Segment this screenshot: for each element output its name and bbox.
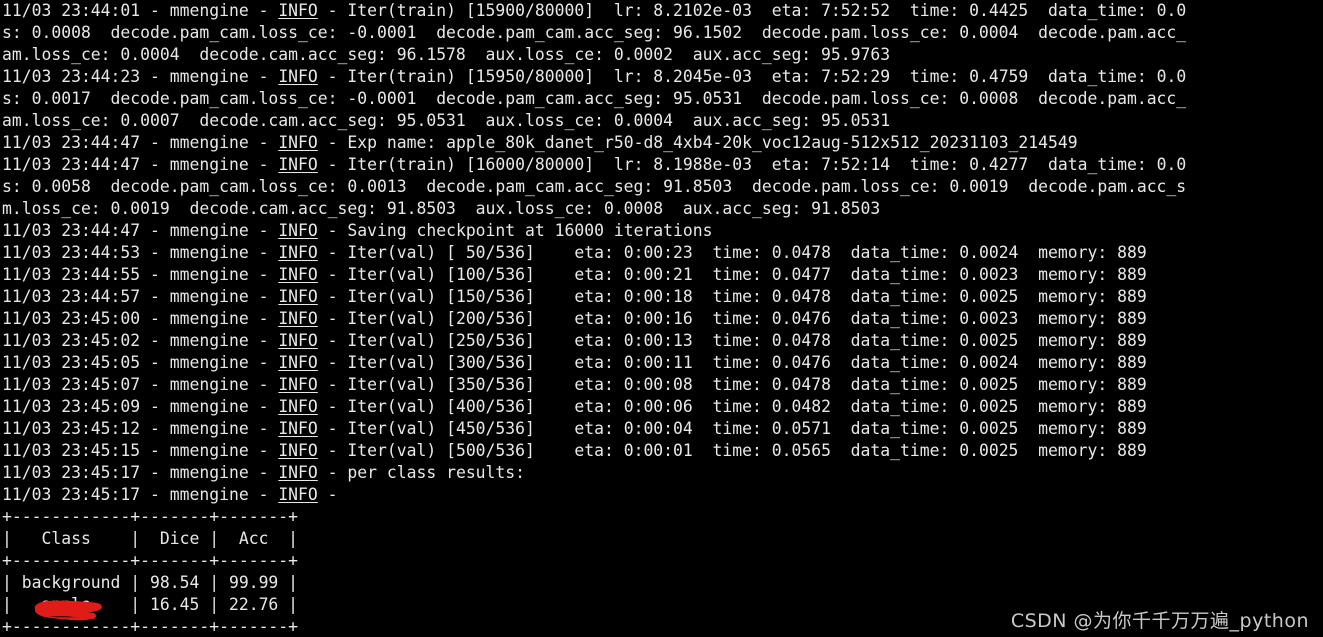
log-line-prefix: 11/03 23:45:12 - mmengine - (2, 419, 279, 438)
log-level-badge: INFO (278, 485, 318, 504)
log-level-badge: INFO (278, 133, 318, 152)
log-level-badge: INFO (278, 1, 318, 20)
log-line-prefix: 11/03 23:45:07 - mmengine - (2, 375, 279, 394)
log-level-badge: INFO (278, 221, 318, 240)
log-level-badge: INFO (278, 353, 318, 372)
log-level-badge: INFO (278, 331, 318, 350)
log-line-prefix: 11/03 23:45:00 - mmengine - (2, 309, 279, 328)
log-line-prefix: +------------+-------+-------+ (2, 617, 299, 636)
log-level-badge: INFO (278, 397, 318, 416)
log-line-message: - Iter(val) [450/536] eta: 0:00:04 time:… (317, 419, 1147, 438)
log-line-message: - Iter(val) [ 50/536] eta: 0:00:23 time:… (317, 243, 1147, 262)
log-line: +------------+-------+-------+ (2, 550, 1323, 572)
log-level-badge: INFO (278, 265, 318, 284)
log-line: +------------+-------+-------+ (2, 506, 1323, 528)
log-line: | Class | Dice | Acc | (2, 528, 1323, 550)
log-line-message: - (317, 485, 338, 504)
log-line-message: - Iter(train) [16000/80000] lr: 8.1988e-… (317, 155, 1187, 174)
log-line-prefix: 11/03 23:44:55 - mmengine - (2, 265, 279, 284)
log-line: 11/03 23:45:09 - mmengine - INFO - Iter(… (2, 396, 1323, 418)
log-line: 11/03 23:45:02 - mmengine - INFO - Iter(… (2, 330, 1323, 352)
log-line-message: - Iter(val) [400/536] eta: 0:00:06 time:… (317, 397, 1147, 416)
log-level-badge: INFO (278, 375, 318, 394)
log-line-message: - Iter(val) [300/536] eta: 0:00:11 time:… (317, 353, 1147, 372)
log-line: 11/03 23:44:53 - mmengine - INFO - Iter(… (2, 242, 1323, 264)
log-line-message: - Iter(train) [15900/80000] lr: 8.2102e-… (317, 1, 1187, 20)
log-line-prefix: | apple | 16.45 | 22.76 | (2, 595, 299, 614)
log-line-prefix: 11/03 23:44:47 - mmengine - (2, 133, 279, 152)
log-line-prefix: +------------+-------+-------+ (2, 507, 299, 526)
log-line: 11/03 23:44:47 - mmengine - INFO - Savin… (2, 220, 1323, 242)
log-level-badge: INFO (278, 463, 318, 482)
log-level-badge: INFO (278, 287, 318, 306)
log-line: 11/03 23:44:47 - mmengine - INFO - Exp n… (2, 132, 1323, 154)
log-line-prefix: 11/03 23:45:05 - mmengine - (2, 353, 279, 372)
terminal-window[interactable]: 11/03 23:44:01 - mmengine - INFO - Iter(… (0, 0, 1323, 637)
log-line-message: - Exp name: apple_80k_danet_r50-d8_4xb4-… (317, 133, 1078, 152)
log-line: s: 0.0017 decode.pam_cam.loss_ce: -0.000… (2, 88, 1323, 110)
log-line: 11/03 23:45:17 - mmengine - INFO - per c… (2, 462, 1323, 484)
log-level-badge: INFO (278, 67, 318, 86)
log-line: 11/03 23:45:17 - mmengine - INFO - (2, 484, 1323, 506)
log-line-prefix: | Class | Dice | Acc | (2, 529, 299, 548)
log-line-prefix: 11/03 23:44:23 - mmengine - (2, 67, 279, 86)
log-line-message: - Iter(val) [250/536] eta: 0:00:13 time:… (317, 331, 1147, 350)
log-line-prefix: 11/03 23:44:01 - mmengine - (2, 1, 279, 20)
log-line: am.loss_ce: 0.0004 decode.cam.acc_seg: 9… (2, 44, 1323, 66)
log-level-badge: INFO (278, 243, 318, 262)
log-line: 11/03 23:44:01 - mmengine - INFO - Iter(… (2, 0, 1323, 22)
log-line-message: - Iter(val) [200/536] eta: 0:00:16 time:… (317, 309, 1147, 328)
log-line-prefix: +------------+-------+-------+ (2, 551, 299, 570)
log-line: 11/03 23:45:07 - mmengine - INFO - Iter(… (2, 374, 1323, 396)
log-line-prefix: m.loss_ce: 0.0019 decode.cam.acc_seg: 91… (2, 199, 881, 218)
log-level-badge: INFO (278, 155, 318, 174)
log-line: 11/03 23:45:00 - mmengine - INFO - Iter(… (2, 308, 1323, 330)
log-line-message: - Iter(val) [150/536] eta: 0:00:18 time:… (317, 287, 1147, 306)
log-line: 11/03 23:44:57 - mmengine - INFO - Iter(… (2, 286, 1323, 308)
log-line-message: - Iter(val) [100/536] eta: 0:00:21 time:… (317, 265, 1147, 284)
log-line: 11/03 23:44:23 - mmengine - INFO - Iter(… (2, 66, 1323, 88)
log-line-prefix: am.loss_ce: 0.0004 decode.cam.acc_seg: 9… (2, 45, 891, 64)
log-line-prefix: am.loss_ce: 0.0007 decode.cam.acc_seg: 9… (2, 111, 891, 130)
log-line-prefix: 11/03 23:45:15 - mmengine - (2, 441, 279, 460)
log-line-prefix: 11/03 23:45:17 - mmengine - (2, 485, 279, 504)
log-line-message: - Iter(val) [350/536] eta: 0:00:08 time:… (317, 375, 1147, 394)
log-line: 11/03 23:45:05 - mmengine - INFO - Iter(… (2, 352, 1323, 374)
log-line-message: - Iter(val) [500/536] eta: 0:00:01 time:… (317, 441, 1147, 460)
log-line-prefix: 11/03 23:45:17 - mmengine - (2, 463, 279, 482)
csdn-watermark: CSDN @为你千千万万遍_python (1010, 610, 1309, 632)
log-line-prefix: 11/03 23:44:57 - mmengine - (2, 287, 279, 306)
log-line: am.loss_ce: 0.0007 decode.cam.acc_seg: 9… (2, 110, 1323, 132)
log-line: m.loss_ce: 0.0019 decode.cam.acc_seg: 91… (2, 198, 1323, 220)
log-line: 11/03 23:45:12 - mmengine - INFO - Iter(… (2, 418, 1323, 440)
log-level-badge: INFO (278, 441, 318, 460)
log-level-badge: INFO (278, 419, 318, 438)
log-line: 11/03 23:45:15 - mmengine - INFO - Iter(… (2, 440, 1323, 462)
log-line-prefix: 11/03 23:45:09 - mmengine - (2, 397, 279, 416)
log-line-prefix: | background | 98.54 | 99.99 | (2, 573, 299, 592)
log-line-prefix: 11/03 23:44:53 - mmengine - (2, 243, 279, 262)
log-line-prefix: s: 0.0058 decode.pam_cam.loss_ce: 0.0013… (2, 177, 1187, 196)
log-line-prefix: s: 0.0008 decode.pam_cam.loss_ce: -0.000… (2, 23, 1187, 42)
log-line-message: - Iter(train) [15950/80000] lr: 8.2045e-… (317, 67, 1187, 86)
log-line-prefix: 11/03 23:45:02 - mmengine - (2, 331, 279, 350)
log-line: 11/03 23:44:55 - mmengine - INFO - Iter(… (2, 264, 1323, 286)
log-line-prefix: 11/03 23:44:47 - mmengine - (2, 155, 279, 174)
log-line: 11/03 23:44:47 - mmengine - INFO - Iter(… (2, 154, 1323, 176)
log-line: s: 0.0058 decode.pam_cam.loss_ce: 0.0013… (2, 176, 1323, 198)
log-line-message: - Saving checkpoint at 16000 iterations (317, 221, 713, 240)
log-level-badge: INFO (278, 309, 318, 328)
log-line: s: 0.0008 decode.pam_cam.loss_ce: -0.000… (2, 22, 1323, 44)
log-line: | background | 98.54 | 99.99 | (2, 572, 1323, 594)
log-line-message: - per class results: (317, 463, 526, 482)
log-line-prefix: 11/03 23:44:47 - mmengine - (2, 221, 279, 240)
terminal-log-output: 11/03 23:44:01 - mmengine - INFO - Iter(… (2, 0, 1323, 637)
log-line-prefix: s: 0.0017 decode.pam_cam.loss_ce: -0.000… (2, 89, 1187, 108)
